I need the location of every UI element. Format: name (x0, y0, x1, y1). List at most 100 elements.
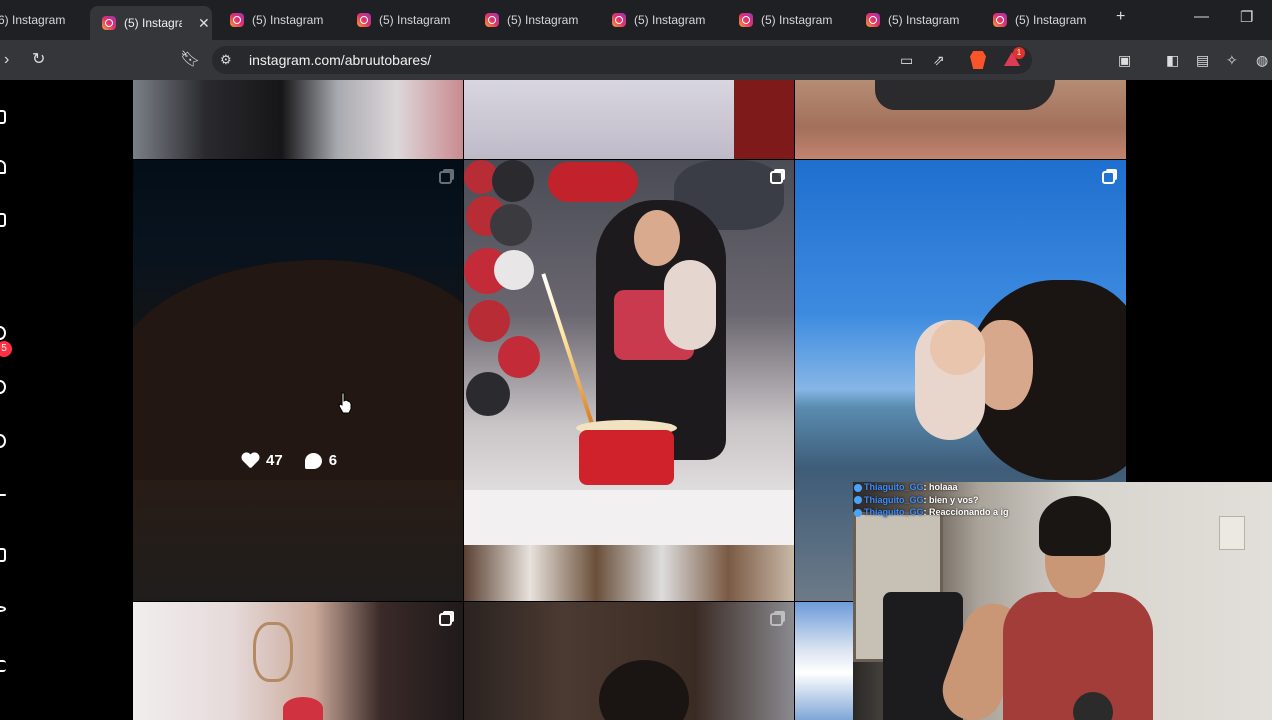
chat-username: Thiaguito_GG (864, 494, 924, 505)
balloon (492, 160, 534, 202)
tab-strip: (6) Instagram (5) Instagram ✕ (5) Instag… (0, 0, 1272, 40)
close-tab-icon[interactable]: ✕ (198, 15, 210, 32)
instagram-icon (866, 13, 880, 27)
tab-instagram-7[interactable]: (5) Instagram (739, 6, 859, 34)
comments-stat: 6 (304, 452, 337, 469)
site-settings-icon[interactable]: ⚙ (220, 50, 232, 70)
tab-instagram-5[interactable]: (5) Instagram (485, 6, 605, 34)
cast-icon[interactable]: ▭ (900, 50, 913, 70)
wallet-icon[interactable]: ▤ (1196, 50, 1209, 70)
photo-detail (664, 260, 716, 350)
balloon (468, 300, 510, 342)
instagram-icon (102, 16, 116, 30)
hover-overlay (133, 160, 463, 601)
photo-detail (253, 622, 293, 682)
post-thumbnail[interactable] (464, 160, 794, 601)
new-tab-button[interactable]: + (1116, 8, 1125, 26)
chat-text: Reaccionando a ig (929, 507, 1009, 517)
restore-icon[interactable]: ❐ (1240, 8, 1253, 26)
home-icon[interactable] (0, 160, 6, 174)
chat-text: bien y vos? (929, 494, 979, 505)
sidebar-toggle-icon[interactable]: ◧ (1166, 50, 1179, 70)
carousel-icon (439, 613, 452, 626)
leo-ai-icon[interactable]: ✧ (1226, 50, 1238, 70)
post-thumbnail-hovered[interactable]: 47 6 (133, 160, 463, 601)
carousel-icon (770, 171, 783, 184)
chat-message: Thiaguito_GG: holaaa (854, 481, 1094, 494)
threads-icon[interactable] (0, 606, 6, 612)
chat-badge-icon (854, 496, 862, 505)
share-icon[interactable]: ⇗ (933, 50, 945, 70)
photo-detail (541, 273, 595, 427)
photo-detail (875, 80, 1055, 110)
extensions-icon[interactable]: ▣ (1118, 50, 1131, 70)
instagram-icon (485, 13, 499, 27)
comment-icon (304, 452, 322, 469)
tab-label: (5) Instagram (252, 13, 324, 27)
tab-label: (5) Instagram (888, 13, 960, 27)
photo-detail (734, 80, 794, 159)
search-icon[interactable] (0, 326, 6, 340)
instagram-sidebar: 5 (0, 80, 132, 720)
minimize-icon[interactable]: — (1194, 8, 1209, 25)
url-text[interactable]: instagram.com/abruutobares/ (249, 52, 431, 68)
instagram-icon (230, 13, 244, 27)
menu-icon[interactable] (0, 660, 6, 672)
balloon (494, 250, 534, 290)
tab-label: (5) Instagram (124, 16, 182, 30)
tab-label: (5) Instagram (761, 13, 833, 27)
instagram-logo-icon[interactable] (0, 110, 6, 124)
tab-instagram-8[interactable]: (5) Instagram (866, 6, 986, 34)
photo-detail (579, 430, 674, 485)
balloon (548, 162, 638, 202)
reload-icon[interactable]: ↻ (32, 50, 45, 70)
stream-chat-overlay: Thiaguito_GG: holaaa Thiaguito_GG: bien … (854, 481, 1094, 519)
forward-icon[interactable]: › (4, 50, 9, 70)
tab-instagram-active[interactable]: (5) Instagram ✕ (90, 6, 212, 40)
instagram-icon (357, 13, 371, 27)
instagram-icon (993, 13, 1007, 27)
tab-label: (5) Instagram (507, 13, 579, 27)
explore-icon[interactable] (0, 380, 6, 394)
profile-icon[interactable] (0, 548, 6, 562)
bookmark-icon[interactable]: 🔖︎ (180, 50, 200, 70)
post-thumbnail[interactable] (464, 80, 794, 159)
post-thumbnail[interactable] (133, 80, 463, 159)
photo-detail (599, 660, 689, 720)
tab-instagram-1[interactable]: (6) Instagram (0, 6, 84, 34)
tab-label: (6) Instagram (0, 13, 66, 27)
chat-username: Thiaguito_GG (864, 482, 924, 492)
likes-stat: 47 (241, 452, 283, 469)
reels-icon[interactable] (0, 213, 6, 227)
tab-instagram-9[interactable]: (5) Instagram (993, 6, 1113, 34)
post-thumbnail[interactable] (795, 602, 855, 720)
balloon (490, 204, 532, 246)
photo-detail (930, 320, 985, 375)
messages-icon[interactable] (0, 434, 6, 448)
tab-label: (5) Instagram (634, 13, 706, 27)
instagram-icon (612, 13, 626, 27)
tab-instagram-4[interactable]: (5) Instagram (357, 6, 477, 34)
carousel-icon (439, 171, 452, 184)
tab-instagram-3[interactable]: (5) Instagram (230, 6, 350, 34)
post-thumbnail[interactable] (464, 602, 794, 720)
photo-detail (1219, 516, 1245, 550)
balloon (466, 372, 510, 416)
tab-instagram-6[interactable]: (5) Instagram (612, 6, 732, 34)
rewards-badge: 1 (1013, 47, 1025, 59)
likes-count: 47 (266, 452, 283, 469)
vpn-icon[interactable]: ◍ (1256, 50, 1268, 70)
chat-text: holaaa (929, 482, 958, 492)
chat-badge-icon (854, 483, 862, 492)
photo-detail (283, 697, 323, 720)
chat-username: Thiaguito_GG (864, 507, 924, 517)
carousel-icon (1102, 171, 1115, 184)
tab-label: (5) Instagram (379, 13, 451, 27)
heart-icon (241, 453, 259, 469)
photo-detail (464, 545, 794, 601)
chat-message: Thiaguito_GG: Reaccionando a ig (854, 506, 1094, 519)
post-stats: 47 6 (241, 452, 337, 469)
post-thumbnail[interactable] (133, 602, 463, 720)
post-thumbnail[interactable] (795, 80, 1126, 159)
create-icon[interactable] (0, 494, 6, 496)
